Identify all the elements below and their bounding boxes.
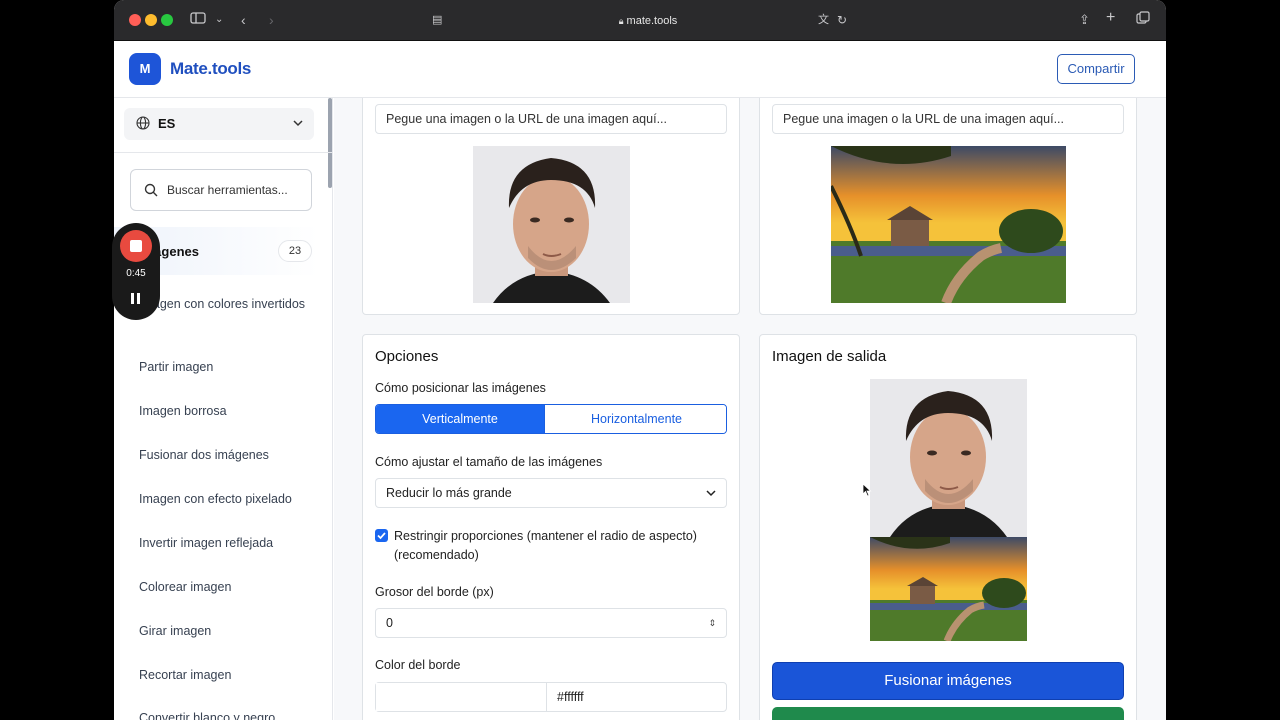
merge-images-button[interactable]: Fusionar imágenes <box>772 662 1124 700</box>
sidebar-scrollbar[interactable] <box>328 98 332 188</box>
image-2-preview <box>831 146 1066 303</box>
border-color-hex[interactable]: #ffffff <box>557 683 584 711</box>
input-image-1-card: Pegue una imagen o la URL de una imagen … <box>362 98 740 315</box>
sidebar-item-colorize[interactable]: Colorear imagen <box>139 578 314 597</box>
constrain-label: Restringir proporciones (mantener el rad… <box>394 529 697 562</box>
new-tab-icon[interactable]: + <box>1106 9 1115 27</box>
pause-icon[interactable] <box>129 293 143 305</box>
vertical-option[interactable]: Verticalmente <box>376 405 544 433</box>
main-content: Pegue una imagen o la URL de una imagen … <box>334 98 1166 720</box>
address-bar[interactable]: 🔒︎ mate.tools <box>608 12 688 30</box>
sidebar-item-pixelate[interactable]: Imagen con efecto pixelado <box>139 490 314 509</box>
chevron-down-icon <box>293 120 303 127</box>
resize-select[interactable]: Reducir lo más grande <box>375 478 727 508</box>
sidebar-item-blur-image[interactable]: Imagen borrosa <box>139 402 314 421</box>
brand-name[interactable]: Mate.tools <box>170 59 251 79</box>
output-title: Imagen de salida <box>772 348 887 365</box>
sidebar-item-invert-colors[interactable]: Imagen con colores invertidos <box>139 295 314 314</box>
browser-window: ⌄ ‹ › ▤ 🔒︎ mate.tools 文 ↻ ⇪ + M Mate.too… <box>114 0 1166 720</box>
sidebar-item-crop[interactable]: Recortar imagen <box>139 666 314 685</box>
checkmark-icon <box>377 532 386 540</box>
close-window-button[interactable] <box>129 14 141 26</box>
input-image-2-card: Pegue una imagen o la URL de una imagen … <box>759 98 1137 315</box>
sidebar-item-rotate[interactable]: Girar imagen <box>139 622 314 641</box>
sidebar-item-split-image[interactable]: Partir imagen <box>139 358 314 377</box>
tab-overview-icon[interactable] <box>1136 11 1150 29</box>
horizontal-option[interactable]: Horizontalmente <box>544 405 726 433</box>
app-header: M Mate.tools Compartir <box>114 41 1166 98</box>
border-color-swatch[interactable] <box>376 683 547 711</box>
recording-time: 0:45 <box>126 268 146 279</box>
logo[interactable]: M <box>129 53 161 85</box>
screen-recorder-widget: 0:45 <box>112 223 160 320</box>
output-image-bottom <box>870 537 1027 641</box>
minimize-window-button[interactable] <box>145 14 157 26</box>
reload-icon[interactable]: ↻ <box>837 11 847 29</box>
category-count-badge: 23 <box>278 240 312 262</box>
border-width-label: Grosor del borde (px) <box>375 585 494 599</box>
url-text: mate.tools <box>626 15 678 27</box>
constrain-checkbox[interactable] <box>375 529 388 542</box>
language-code: ES <box>158 116 176 131</box>
output-card: Imagen de salida Fusionar imágenes <box>759 334 1137 720</box>
stepper-icon[interactable]: ⇕ <box>708 609 716 637</box>
download-button[interactable] <box>772 707 1124 720</box>
output-image-top <box>870 379 1027 537</box>
reader-icon[interactable]: ▤ <box>432 11 442 29</box>
browser-toolbar: ⌄ ‹ › ▤ 🔒︎ mate.tools 文 ↻ ⇪ + <box>114 0 1166 41</box>
search-icon <box>144 183 158 197</box>
back-icon[interactable]: ‹ <box>241 11 246 29</box>
border-width-input[interactable]: 0 ⇕ <box>375 608 727 638</box>
language-selector[interactable]: ES <box>124 108 314 140</box>
chevron-down-icon <box>706 490 716 497</box>
divider <box>114 152 332 153</box>
sidebar: ES Buscar herramientas... Imágenes 23 Im… <box>114 98 333 720</box>
sidebar-item-merge-images[interactable]: Fusionar dos imágenes <box>139 446 314 465</box>
forward-icon[interactable]: › <box>269 11 274 29</box>
image-1-preview <box>473 146 630 303</box>
resize-value: Reducir lo más grande <box>386 486 512 500</box>
resize-label: Cómo ajustar el tamaño de las imágenes <box>375 455 603 469</box>
position-label: Cómo posicionar las imágenes <box>375 381 546 395</box>
stop-recording-button[interactable] <box>120 230 152 262</box>
zoom-window-button[interactable] <box>161 14 173 26</box>
border-color-label: Color del borde <box>375 658 461 672</box>
chevron-down-icon[interactable]: ⌄ <box>215 11 223 29</box>
options-card: Opciones Cómo posicionar las imágenes Ve… <box>362 334 740 720</box>
image-1-paste-input[interactable]: Pegue una imagen o la URL de una imagen … <box>375 104 727 134</box>
mouse-cursor-icon <box>862 483 872 497</box>
globe-icon <box>136 116 150 130</box>
search-input[interactable]: Buscar herramientas... <box>130 169 312 211</box>
border-color-field: #ffffff <box>375 682 727 712</box>
search-placeholder: Buscar herramientas... <box>167 183 288 197</box>
share-icon[interactable]: ⇪ <box>1079 11 1090 29</box>
border-width-value: 0 <box>386 616 393 630</box>
sidebar-toggle-icon[interactable] <box>190 11 206 29</box>
position-toggle: Verticalmente Horizontalmente <box>375 404 727 434</box>
sidebar-item-mirror[interactable]: Invertir imagen reflejada <box>139 534 314 553</box>
sidebar-item-grayscale[interactable]: Convertir blanco y negro <box>139 709 314 720</box>
options-title: Opciones <box>375 348 439 365</box>
image-2-paste-input[interactable]: Pegue una imagen o la URL de una imagen … <box>772 104 1124 134</box>
lock-icon: 🔒︎ <box>618 16 624 26</box>
share-button[interactable]: Compartir <box>1057 54 1135 84</box>
stop-icon <box>130 240 142 252</box>
translate-icon[interactable]: 文 <box>818 11 829 29</box>
